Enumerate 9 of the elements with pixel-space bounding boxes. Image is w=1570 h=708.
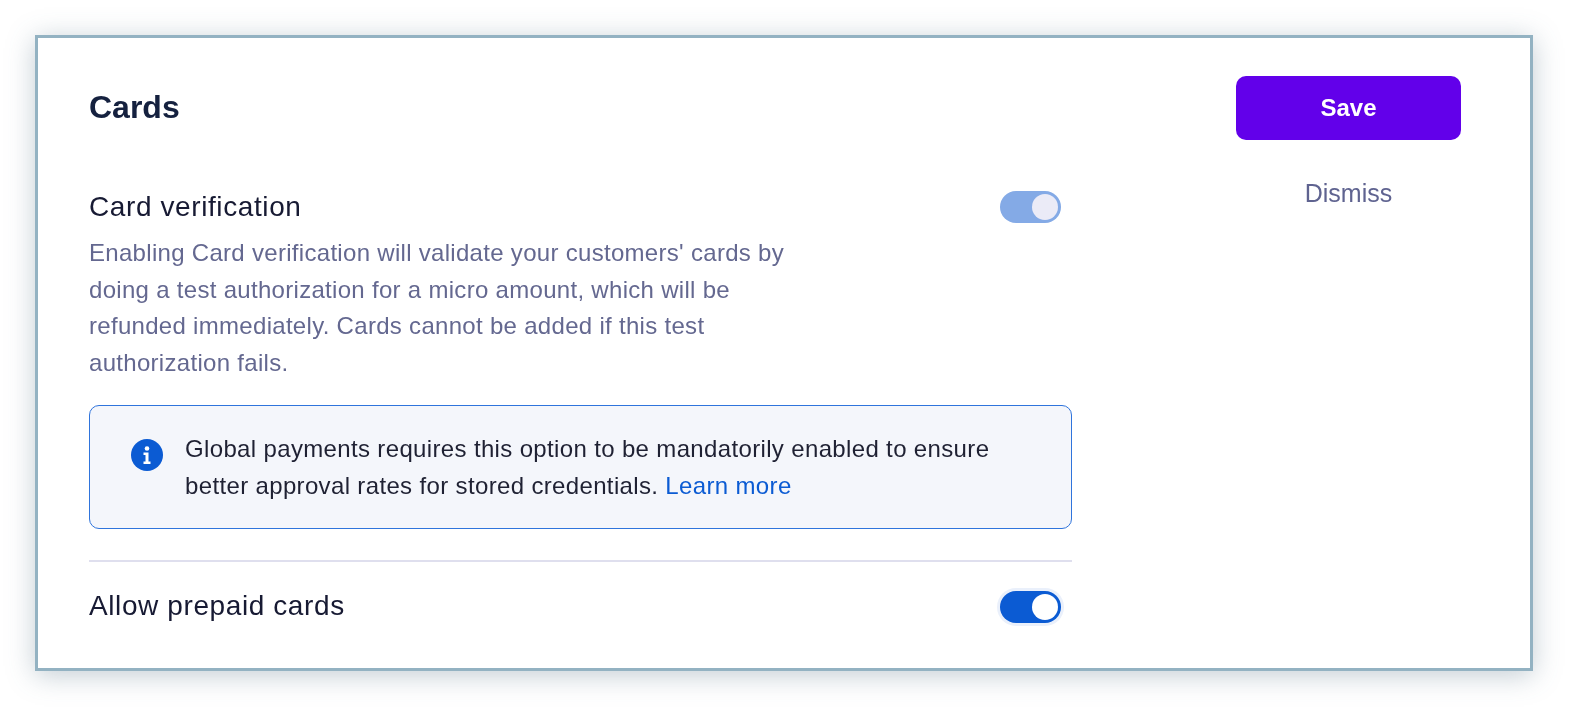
notice-text: Global payments requires this option to be mandatorily enabled to ensure better approval rates for stored credentials. Learn more [185,433,991,501]
info-icon [131,438,163,471]
setting-description: Enabling Card verification will validate your customers' cards by doing a test authorization for a micro amount, which will be refunded immediately. Cards cannot be added if this test authorization fails. [89,238,786,379]
section-title: Cards [89,90,180,124]
setting-title: Card verification [89,191,302,223]
toggle-switch[interactable] [1000,590,1061,623]
dismiss-button[interactable]: Dismiss [1298,176,1399,210]
setting-title: Allow prepaid cards [89,589,345,622]
save-button[interactable]: Save [1236,76,1461,140]
